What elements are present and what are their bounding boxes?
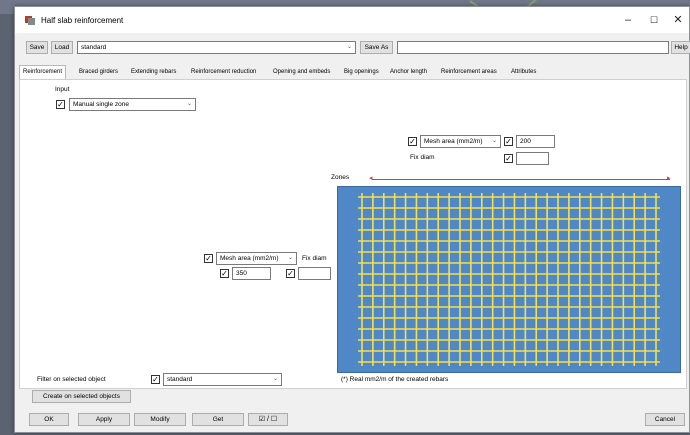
title-bar: Half slab reinforcement – ☐ ✕	[15, 7, 689, 33]
modify-button[interactable]: Modify	[134, 413, 186, 426]
left-fix-diam-checkbox[interactable]: ✓	[286, 269, 295, 278]
apply-button[interactable]: Apply	[78, 413, 130, 426]
left-mesh-type-dropdown[interactable]: Mesh area (mm2/m) ⌄	[216, 252, 297, 265]
arrow-right-icon: ▸	[667, 175, 671, 182]
left-mesh-type-value: Mesh area (mm2/m)	[220, 255, 279, 262]
rebar-mesh-graphic	[358, 193, 660, 366]
tab-opening-and-embeds[interactable]: Opening and embeds	[270, 66, 333, 80]
left-fix-diam-input[interactable]	[298, 267, 331, 280]
top-mesh-area-checkbox[interactable]: ✓	[504, 137, 513, 146]
ok-button[interactable]: OK	[29, 413, 69, 426]
toggle-all-checkboxes-button[interactable]: ☑ / ☐	[248, 413, 288, 426]
chevron-down-icon: ⌄	[272, 376, 278, 382]
zone-width-dimension	[372, 179, 670, 180]
window-title: Half slab reinforcement	[41, 16, 124, 25]
chevron-down-icon: ⌄	[186, 101, 192, 107]
chevron-down-icon: ⌄	[346, 44, 352, 50]
top-mesh-type-value: Mesh area (mm2/m)	[424, 138, 483, 145]
top-mesh-type-dropdown[interactable]: Mesh area (mm2/m) ⌄	[420, 135, 501, 148]
half-slab-reinforcement-window: Half slab reinforcement – ☐ ✕ Save Load …	[14, 6, 690, 433]
tab-reinforcement-areas[interactable]: Reinforcement areas	[438, 66, 500, 80]
maximize-button[interactable]: ☐	[641, 11, 667, 29]
chevron-down-icon: ⌄	[491, 138, 497, 144]
left-mesh-area-checkbox[interactable]: ✓	[220, 269, 229, 278]
minimize-button[interactable]: –	[615, 11, 641, 29]
top-fix-diam-label: Fix diam	[410, 154, 435, 161]
top-mesh-checkbox[interactable]: ✓	[408, 137, 417, 146]
input-label: Input	[55, 86, 70, 93]
input-mode-dropdown[interactable]: Manual single zone ⌄	[69, 98, 196, 111]
save-button[interactable]: Save	[26, 41, 48, 54]
filter-checkbox[interactable]: ✓	[151, 375, 160, 384]
left-mesh-checkbox[interactable]: ✓	[204, 254, 213, 263]
tab-attributes[interactable]: Attributes	[508, 66, 539, 80]
save-as-button[interactable]: Save As	[360, 41, 393, 54]
filter-label: Filter on selected object	[37, 376, 106, 383]
create-on-selected-objects-button[interactable]: Create on selected objects	[32, 390, 131, 403]
load-button[interactable]: Load	[51, 41, 73, 54]
cancel-button[interactable]: Cancel	[645, 413, 685, 426]
left-mesh-area-input[interactable]: 350	[232, 267, 271, 280]
footnote: (*) Real mm2/m of the created rebars	[341, 376, 449, 383]
save-as-name-input[interactable]	[397, 41, 669, 54]
top-fix-diam-checkbox[interactable]: ✓	[504, 154, 513, 163]
app-icon	[25, 16, 35, 25]
top-fix-diam-input[interactable]	[516, 152, 549, 165]
chevron-down-icon: ⌄	[287, 255, 293, 261]
get-button[interactable]: Get	[192, 413, 244, 426]
help-button[interactable]: Help	[671, 41, 690, 54]
reinforcement-panel: Input ✓ Manual single zone ⌄ ✓ Mesh area…	[19, 79, 687, 389]
tab-reinforcement-reduction[interactable]: Reinforcement reduction	[188, 66, 259, 80]
preset-dropdown[interactable]: standard ⌄	[77, 41, 356, 54]
zones-label: Zones	[331, 174, 350, 181]
top-mesh-area-input[interactable]: 200	[516, 135, 555, 148]
left-fix-diam-label: Fix diam	[302, 255, 327, 262]
zones-preview[interactable]	[337, 186, 681, 373]
preset-dropdown-value: standard	[81, 44, 107, 51]
arrow-left-icon: ◂	[369, 175, 373, 182]
input-checkbox[interactable]: ✓	[56, 100, 65, 109]
tab-anchor-length[interactable]: Anchor length	[387, 66, 430, 80]
tab-reinforcement[interactable]: Reinforcement	[19, 65, 67, 80]
filter-value: standard	[167, 376, 193, 383]
tab-big-openings[interactable]: Big openings	[341, 66, 382, 80]
close-button[interactable]: ✕	[665, 11, 690, 29]
filter-dropdown[interactable]: standard ⌄	[163, 373, 282, 386]
tab-braced-girders[interactable]: Braced girders	[76, 66, 121, 80]
input-mode-value: Manual single zone	[73, 101, 130, 108]
tab-extending-rebars[interactable]: Extending rebars	[128, 66, 179, 80]
